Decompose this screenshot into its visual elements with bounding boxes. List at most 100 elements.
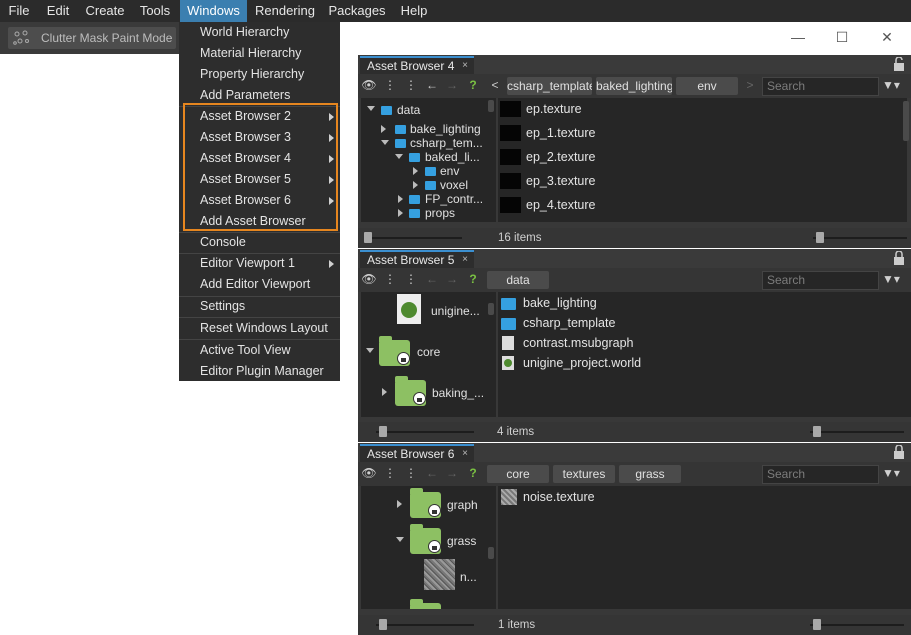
file-item[interactable]: ep_1.texture — [526, 123, 596, 143]
breadcrumb-item[interactable]: core — [487, 465, 549, 483]
tree-item[interactable]: n... — [460, 570, 477, 584]
menu-file[interactable]: File — [3, 0, 35, 22]
tree-item[interactable]: grass — [447, 534, 476, 548]
menu-tools[interactable]: Tools — [134, 0, 176, 22]
expand-arrow-icon[interactable] — [397, 500, 402, 508]
tree-scrollbar[interactable] — [488, 303, 494, 315]
breadcrumb-item[interactable]: textures — [553, 465, 615, 483]
menu-item-reset-windows-layout[interactable]: Reset Windows Layout — [179, 318, 340, 339]
eye-icon[interactable]: 👁 — [361, 465, 377, 481]
tree-item[interactable]: data — [397, 103, 420, 117]
file-item[interactable]: ep_3.texture — [526, 171, 596, 191]
menu-rendering[interactable]: Rendering — [251, 0, 319, 22]
file-item[interactable]: ep_4.texture — [526, 195, 596, 215]
breadcrumb-back-chevron[interactable]: < — [487, 77, 503, 93]
filter-icon[interactable]: ▼▾ — [882, 78, 906, 94]
expand-arrow-icon[interactable] — [396, 537, 404, 542]
menu-item-active-tool-view[interactable]: Active Tool View — [179, 340, 340, 361]
lock-icon[interactable] — [893, 251, 905, 265]
file-item[interactable]: contrast.msubgraph — [523, 333, 633, 353]
tab-asset-browser-4[interactable]: Asset Browser 4 × — [360, 56, 474, 74]
eye-icon[interactable]: 👁 — [361, 271, 377, 287]
tree-item[interactable]: csharp_tem... — [410, 136, 483, 150]
expand-tree-icon[interactable]: ⋮ — [403, 77, 419, 93]
expand-tree-icon[interactable]: ⋮ — [403, 465, 419, 481]
close-window-button[interactable]: ✕ — [877, 27, 897, 47]
tree-zoom-slider[interactable] — [379, 426, 387, 437]
forward-arrow-icon[interactable]: → — [444, 77, 460, 93]
unlock-icon[interactable] — [893, 57, 905, 71]
expand-arrow-icon[interactable] — [367, 106, 375, 111]
menu-item-world-hierarchy[interactable]: World Hierarchy — [179, 22, 340, 43]
expand-arrow-icon[interactable] — [381, 125, 386, 133]
breadcrumb-item[interactable]: csharp_template — [507, 77, 592, 95]
forward-arrow-icon[interactable]: → — [444, 465, 460, 481]
menu-item-material-hierarchy[interactable]: Material Hierarchy — [179, 43, 340, 64]
forward-arrow-icon[interactable]: → — [444, 271, 460, 287]
tree-zoom-slider[interactable] — [379, 619, 387, 630]
menu-help[interactable]: Help — [395, 0, 433, 22]
file-item[interactable]: ep.texture — [526, 99, 582, 119]
menu-item-settings[interactable]: Settings — [179, 296, 340, 317]
help-icon[interactable]: ? — [465, 465, 481, 481]
thumb-zoom-slider[interactable] — [816, 232, 824, 243]
thumb-zoom-slider[interactable] — [813, 426, 821, 437]
file-item[interactable]: csharp_template — [523, 313, 615, 333]
menu-item-console[interactable]: Console — [179, 232, 340, 253]
expand-arrow-icon[interactable] — [382, 388, 387, 396]
maximize-button[interactable]: ☐ — [832, 27, 852, 47]
file-item[interactable]: bake_lighting — [523, 293, 597, 313]
tree-item[interactable]: baking_... — [432, 386, 484, 400]
help-icon[interactable]: ? — [465, 271, 481, 287]
help-icon[interactable]: ? — [465, 77, 481, 93]
menu-item-editor-viewport-1[interactable]: Editor Viewport 1 — [179, 253, 340, 274]
tab-close-button[interactable]: × — [462, 446, 468, 462]
expand-arrow-icon[interactable] — [366, 348, 374, 353]
expand-arrow-icon[interactable] — [413, 167, 418, 175]
breadcrumb-item[interactable]: env — [676, 77, 738, 95]
breadcrumb-forward-chevron[interactable]: > — [742, 77, 758, 93]
tab-close-button[interactable]: × — [462, 252, 468, 268]
tree-item[interactable]: baked_li... — [425, 150, 480, 164]
tree-item[interactable]: graph — [447, 498, 478, 512]
lock-icon[interactable] — [893, 445, 905, 459]
menu-item-add-editor-viewport[interactable]: Add Editor Viewport — [179, 274, 340, 295]
minimize-button[interactable]: — — [788, 27, 808, 47]
search-input[interactable]: Search — [762, 77, 879, 96]
menu-item-editor-plugin-manager[interactable]: Editor Plugin Manager — [179, 361, 340, 382]
collapse-tree-icon[interactable]: ⋮ — [382, 465, 398, 481]
expand-tree-icon[interactable]: ⋮ — [403, 271, 419, 287]
menu-item-property-hierarchy[interactable]: Property Hierarchy — [179, 64, 340, 85]
search-input[interactable]: Search — [762, 271, 879, 290]
menu-create[interactable]: Create — [81, 0, 129, 22]
tree-item[interactable]: env — [440, 164, 459, 178]
tool-mode-combo[interactable]: Clutter Mask Paint Mode — [8, 27, 176, 49]
tab-asset-browser-6[interactable]: Asset Browser 6 × — [360, 444, 474, 462]
search-input[interactable]: Search — [762, 465, 879, 484]
back-arrow-icon[interactable]: ← — [424, 465, 440, 481]
file-item[interactable]: ep_2.texture — [526, 147, 596, 167]
filter-icon[interactable]: ▼▾ — [882, 272, 906, 288]
expand-arrow-icon[interactable] — [381, 140, 389, 145]
menu-packages[interactable]: Packages — [325, 0, 389, 22]
tree-item[interactable]: core — [417, 345, 440, 359]
collapse-tree-icon[interactable]: ⋮ — [382, 271, 398, 287]
back-arrow-icon[interactable]: ← — [424, 77, 440, 93]
expand-arrow-icon[interactable] — [398, 209, 403, 217]
file-item[interactable]: noise.texture — [523, 487, 595, 507]
tree-zoom-slider[interactable] — [364, 232, 372, 243]
expand-arrow-icon[interactable] — [398, 195, 403, 203]
tab-close-button[interactable]: × — [462, 58, 468, 74]
expand-arrow-icon[interactable] — [413, 181, 418, 189]
tree-item[interactable]: unigine... — [431, 304, 480, 318]
eye-icon[interactable]: 👁 — [361, 77, 377, 93]
back-arrow-icon[interactable]: ← — [424, 271, 440, 287]
breadcrumb-item[interactable]: data — [487, 271, 549, 289]
collapse-tree-icon[interactable]: ⋮ — [382, 77, 398, 93]
file-item[interactable]: unigine_project.world — [523, 353, 641, 373]
menu-edit[interactable]: Edit — [39, 0, 77, 22]
thumb-zoom-slider[interactable] — [813, 619, 821, 630]
menu-windows[interactable]: Windows — [180, 0, 247, 22]
tree-item[interactable]: voxel — [440, 178, 468, 192]
tree-scrollbar[interactable] — [488, 547, 494, 559]
